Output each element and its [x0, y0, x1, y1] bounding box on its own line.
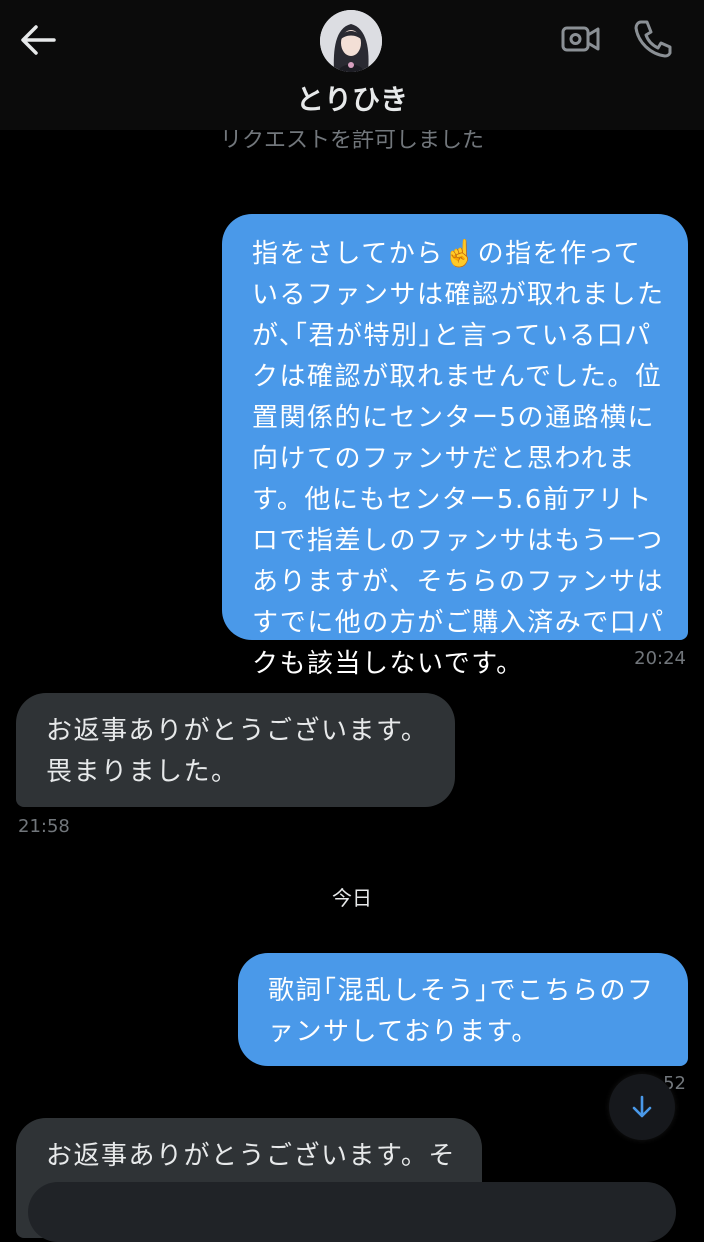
message-timestamp: 20:24: [634, 648, 686, 669]
message-timestamp: 21:58: [18, 816, 70, 837]
message-text: お返事ありがとうございます。そ: [46, 1141, 456, 1171]
scroll-to-bottom-button[interactable]: [609, 1074, 675, 1140]
message-text: の指を作っているファンサは確認が取れましたが､｢君が特別｣と言っている口パクは確…: [252, 239, 665, 679]
message-text: 歌詞｢混乱しそう｣でこちらのファンサしております。: [268, 976, 655, 1047]
pointing-up-emoji: ☝️: [443, 239, 478, 269]
avatar[interactable]: [320, 10, 382, 72]
conversation-header: とりひき: [0, 0, 704, 130]
incoming-message-bubble[interactable]: お返事ありがとうございます。畏まりました。: [16, 693, 455, 807]
outgoing-message-bubble[interactable]: 指をさしてから☝️の指を作っているファンサは確認が取れましたが､｢君が特別｣と言…: [222, 214, 688, 679]
phone-icon[interactable]: [632, 18, 674, 58]
video-call-icon[interactable]: [560, 20, 602, 58]
outgoing-message-bubble[interactable]: 歌詞｢混乱しそう｣でこちらのファンサしております。: [238, 953, 688, 1066]
message-text: 指をさしてから: [252, 239, 444, 269]
arrow-left-icon[interactable]: [16, 20, 60, 60]
message-text: お返事ありがとうございます。畏まりました。: [46, 716, 429, 787]
conversation-title: とりひき: [295, 83, 408, 116]
arrow-down-icon: [632, 1095, 652, 1118]
message-composer[interactable]: [28, 1182, 676, 1242]
date-separator: 今日: [332, 886, 372, 910]
